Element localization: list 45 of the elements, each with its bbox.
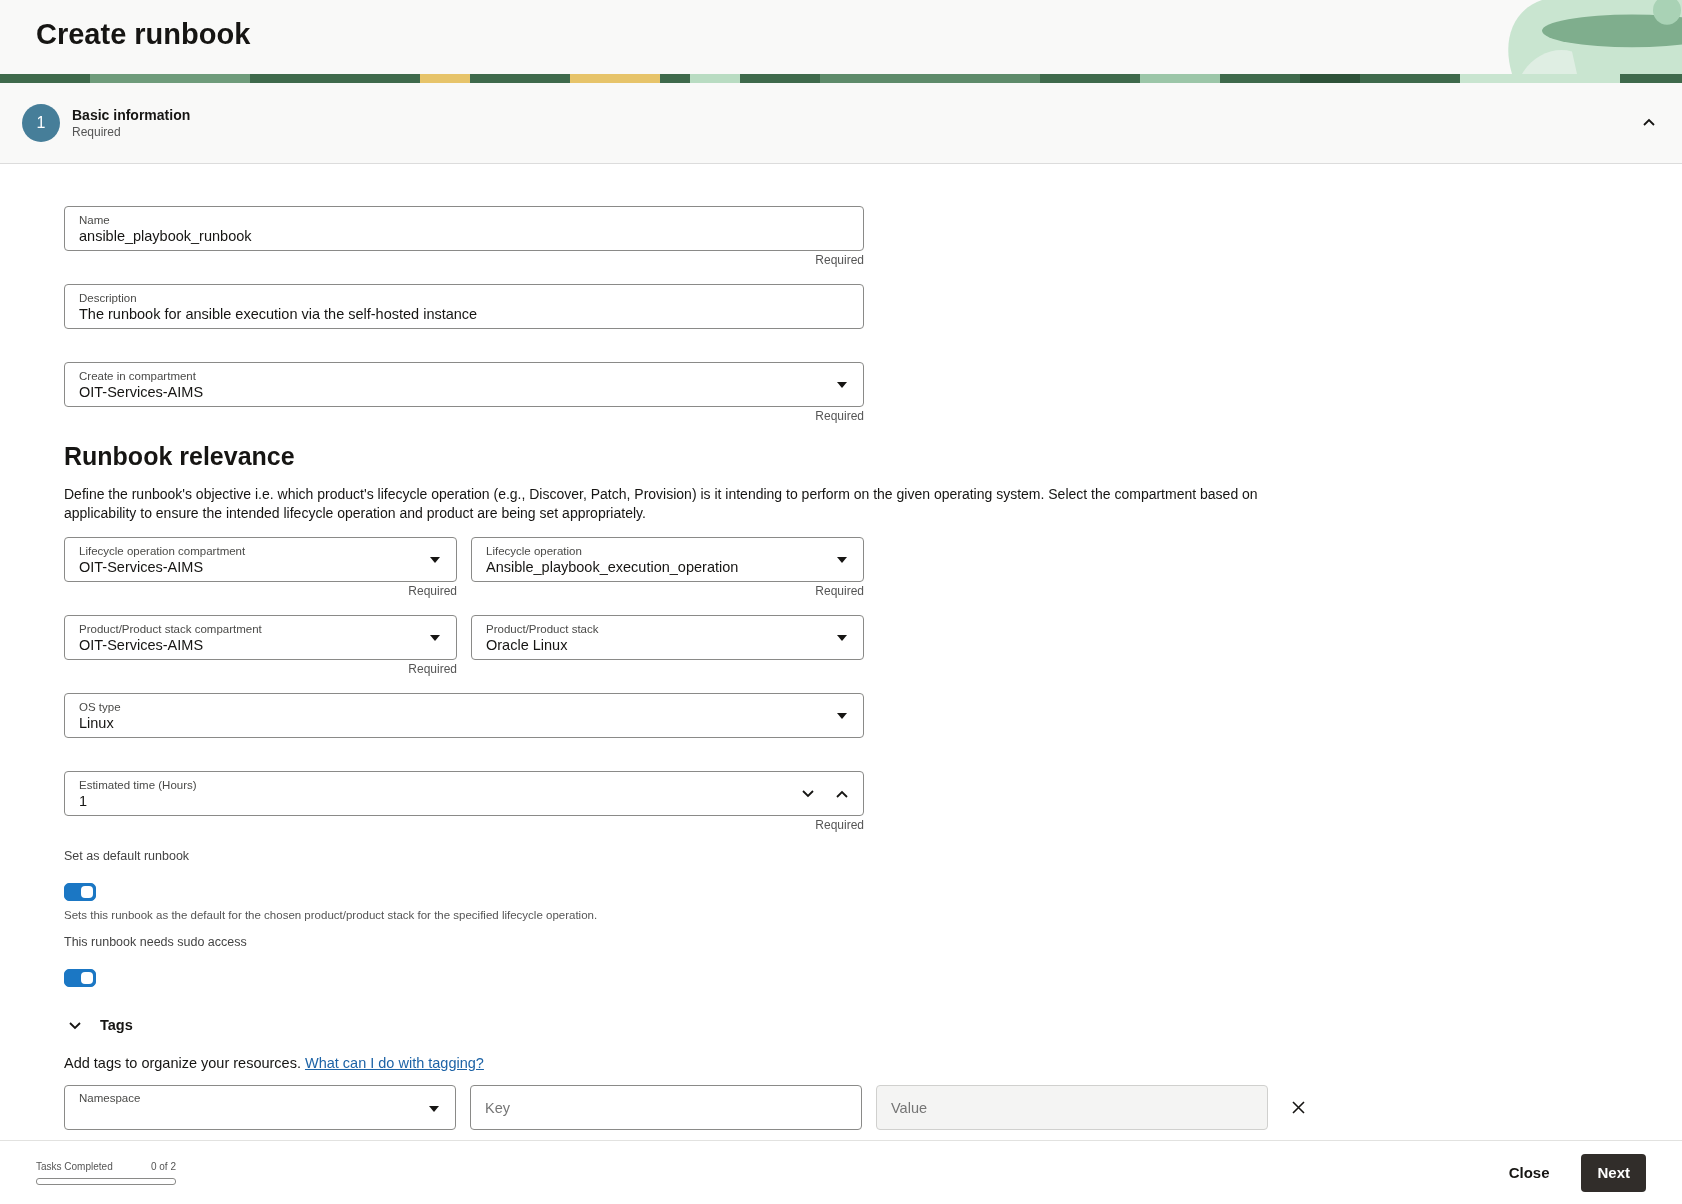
progress-label: Tasks Completed [36,1160,113,1172]
form-field[interactable]: Create in compartment OIT-Services-AIMS [64,362,864,407]
form-field[interactable]: Lifecycle operation Ansible_playbook_execution_operation [471,537,864,582]
required-hint: Required [814,583,864,600]
section-description: Define the runbook's objective i.e. which product's lifecycle operation (e.g., Discover, Patch, Provision) is it intending to perform on the given operating system. Select the compartment based on applicability to ensure the intended lifecycle operation and product are being set appropriately. [64,485,1259,523]
required-hint: Required [407,661,457,678]
close-button[interactable]: Close [1492,1153,1566,1192]
switch-label: Set as default runbook [64,849,191,863]
namespace-field[interactable]: Namespace [64,1085,456,1130]
caret-icon [837,712,847,719]
form-field[interactable]: Estimated time (Hours) 1 [64,771,864,816]
progress-count: 0 of 2 [150,1160,176,1172]
tags-heading: Tags [100,1017,133,1033]
section-heading: Runbook relevance [64,442,296,471]
caret-icon [429,1106,439,1112]
form-field[interactable]: Product/Product stack Oracle Linux [471,615,864,660]
toggle-switch[interactable] [64,969,96,987]
page-title: Create runbook [35,17,251,52]
tags-intro-text: Add tags to organize your resources. [64,1055,301,1071]
form-field[interactable]: Name ansible_playbook_runbook [64,206,864,251]
form-field[interactable]: Description The runbook for ansible execution via the self-hosted instance [64,284,864,329]
caret-icon [430,556,440,563]
close-icon[interactable] [1292,1101,1305,1114]
caret-icon [430,634,440,641]
toggle-switch[interactable] [64,883,96,901]
switch-help-text: Sets this runbook as the default for the chosen product/product stack for the specified lifecycle operation. [64,909,599,921]
next-button[interactable]: Next [1581,1153,1646,1192]
step-number: 1 [22,104,60,142]
form-field[interactable]: Lifecycle operation compartment OIT-Services-AIMS [64,537,457,582]
required-hint: Required [814,408,864,425]
required-hint: Required [814,817,864,834]
decrement-icon[interactable] [801,788,815,799]
caret-icon [837,634,847,641]
caret-icon [837,556,847,563]
key-field[interactable]: Key [470,1085,862,1130]
switch-label: This runbook needs sudo access [64,935,248,949]
caret-icon [837,381,847,388]
tagging-help-link[interactable]: What can I do with tagging? [304,1055,484,1071]
form-field[interactable]: Product/Product stack compartment OIT-Services-AIMS [64,615,457,660]
increment-icon[interactable] [835,788,849,799]
step-title: Basic information [72,107,192,123]
required-hint: Required [407,583,457,600]
required-hint: Required [814,252,864,269]
form-field[interactable]: OS type Linux [64,693,864,738]
step-subtitle: Required [72,125,122,139]
